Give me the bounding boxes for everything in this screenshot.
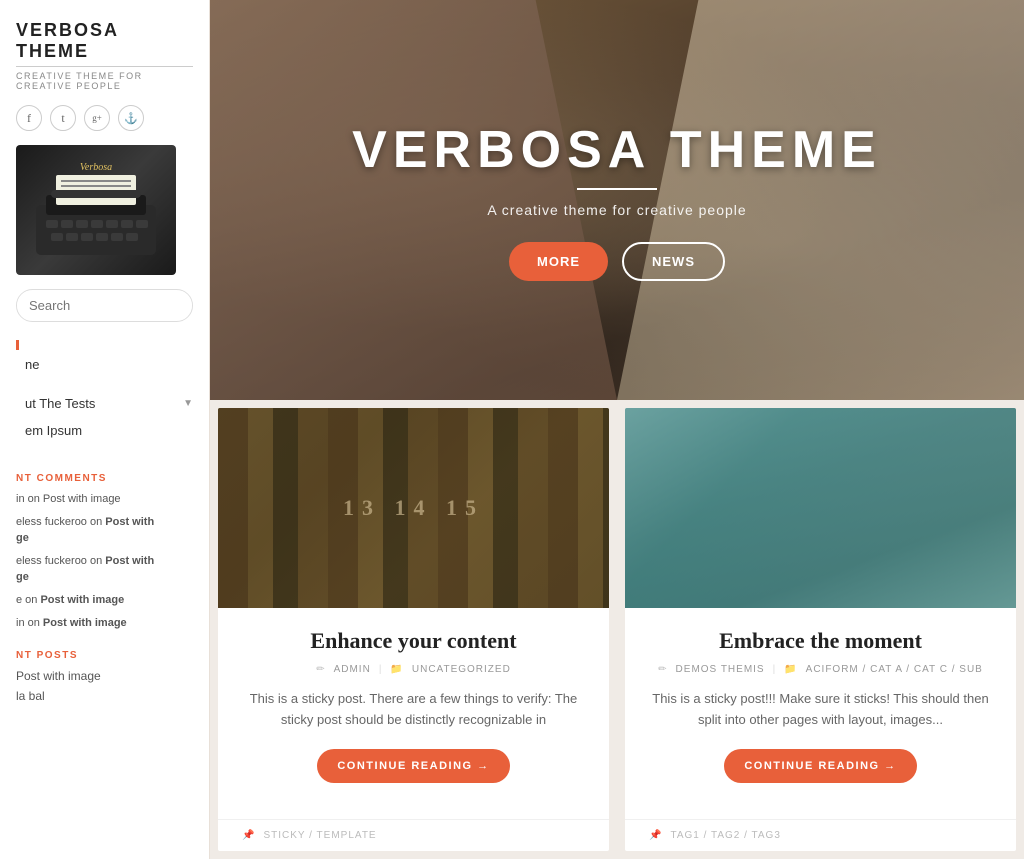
footer-icon-2: 📌 [649,830,662,841]
post-tags-1: STICKY / TEMPLATE [263,830,376,841]
post-category-2: ACIFORM / CAT A / CAT C / SUB [806,664,983,675]
recent-post-2[interactable]: la bal [16,689,193,703]
nav-menu: ne ut The Tests ▼ em Ipsum [16,340,193,445]
post-excerpt-1: This is a sticky post. There are a few t… [242,689,585,731]
site-title: VERBOSA THEME [16,20,193,67]
hero-section: VERBOSA THEME A creative theme for creat… [210,0,1024,400]
nav-item-home[interactable] [16,340,193,350]
post-content-2: Embrace the moment ✏ DEMOS THEMIS | 📁 AC… [625,608,1016,819]
facebook-icon[interactable]: f [16,105,42,131]
hero-news-button[interactable]: NEWS [622,242,725,281]
recent-posts-title: NT POSTS [16,650,193,661]
post-image-2 [625,408,1016,608]
site-subtitle: CREATIVE THEME FOR CREATIVE PEOPLE [16,71,193,91]
comment-item-4: e on Post with image [16,593,193,608]
post-footer-2: 📌 TAG1 / TAG2 / TAG3 [625,819,1016,851]
category-icon-1: 📁 [390,664,403,675]
post-category-1: UNCATEGORIZED [412,664,511,675]
post-tags-2: TAG1 / TAG2 / TAG3 [670,830,780,841]
nav-item-tests[interactable]: ut The Tests ▼ [16,391,193,416]
comment-item-1: in on Post with image [16,492,193,507]
post-title-2: Embrace the moment [649,628,992,654]
category-icon-2: 📁 [784,664,797,675]
sidebar-logo: Verbosa [16,145,176,275]
main-content: VERBOSA THEME A creative theme for creat… [210,0,1024,859]
post-footer-1: 📌 STICKY / TEMPLATE [218,819,609,851]
nav-item-lorem[interactable]: em Ipsum [16,418,193,443]
comment-item-5: in on Post with image [16,616,193,631]
meta-sep-1: | [379,664,383,675]
social-icons: f t g+ ⚓ [16,105,193,131]
nav-item-3[interactable] [16,379,193,389]
footer-icon-1: 📌 [242,830,255,841]
post-image-1 [218,408,609,608]
post-card-1: Enhance your content ✏ ADMIN | 📁 UNCATEG… [218,408,609,851]
svg-text:Verbosa: Verbosa [80,162,112,173]
author-icon-2: ✏ [658,664,667,675]
comment-item-2: eless fuckeroo on Post withge [16,515,193,546]
recent-post-1[interactable]: Post with image [16,669,193,683]
post-excerpt-2: This is a sticky post!!! Make sure it st… [649,689,992,731]
continue-reading-button-2[interactable]: CONTINUE READING → [724,749,916,783]
nav-item-2[interactable]: ne [16,352,193,377]
hero-divider [577,188,657,190]
meta-sep-2: | [773,664,777,675]
sidebar: VERBOSA THEME CREATIVE THEME FOR CREATIV… [0,0,210,859]
hero-more-button[interactable]: MORE [509,242,608,281]
hero-subtitle: A creative theme for creative people [352,202,882,218]
author-icon-1: ✏ [316,664,325,675]
post-card-2: Embrace the moment ✏ DEMOS THEMIS | 📁 AC… [625,408,1016,851]
post-author-2: DEMOS THEMIS [676,664,765,675]
continue-reading-button-1[interactable]: CONTINUE READING → [317,749,509,783]
twitter-icon[interactable]: t [50,105,76,131]
search-input[interactable] [17,291,193,320]
google-plus-icon[interactable]: g+ [84,105,110,131]
comment-item-3: eless fuckeroo on Post withge [16,554,193,585]
hero-title: VERBOSA THEME [352,120,882,180]
post-title-1: Enhance your content [242,628,585,654]
link-icon[interactable]: ⚓ [118,105,144,131]
search-container[interactable]: 🔍 [16,289,193,322]
post-meta-2: ✏ DEMOS THEMIS | 📁 ACIFORM / CAT A / CAT… [649,664,992,675]
posts-grid: Enhance your content ✏ ADMIN | 📁 UNCATEG… [210,400,1024,859]
post-content-1: Enhance your content ✏ ADMIN | 📁 UNCATEG… [218,608,609,819]
recent-comments-title: NT COMMENTS [16,473,193,484]
hero-content: VERBOSA THEME A creative theme for creat… [352,120,882,281]
post-meta-1: ✏ ADMIN | 📁 UNCATEGORIZED [242,664,585,675]
hero-buttons: MORE NEWS [352,242,882,281]
post-author-1: ADMIN [334,664,371,675]
